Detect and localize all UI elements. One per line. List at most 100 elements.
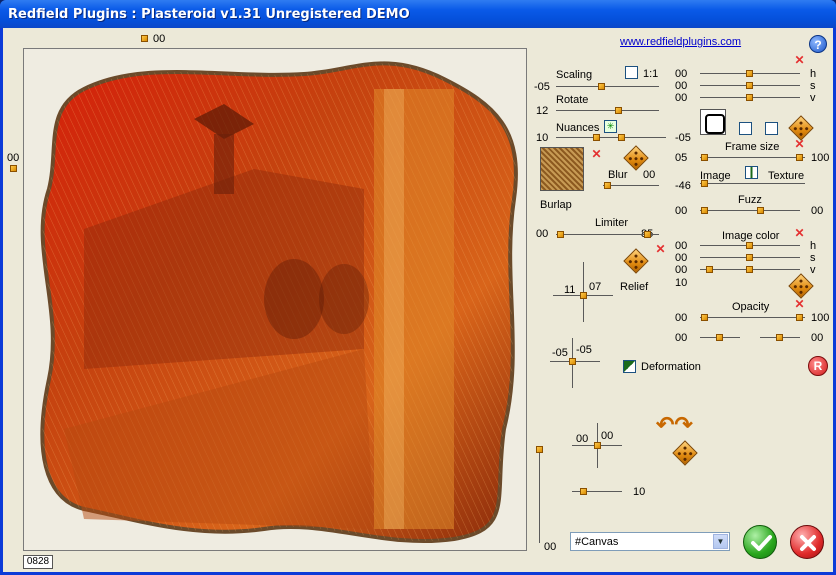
image-color-s-label: s [810, 252, 816, 264]
deformation-checkbox[interactable] [623, 360, 636, 373]
vertical-slider-track[interactable] [539, 448, 540, 543]
hsv1-s-knob[interactable] [746, 82, 753, 89]
frame-shape-icon[interactable] [700, 109, 726, 135]
nuances-knob-left[interactable] [593, 134, 600, 141]
image-texture-toggle[interactable] [745, 166, 758, 179]
blur-knob[interactable] [604, 182, 611, 189]
image-texture-slider[interactable] [700, 183, 805, 184]
image-color-h-value: 00 [675, 240, 688, 252]
opacity-knob-left[interactable] [701, 314, 708, 321]
frame-size-label: Frame size [725, 141, 780, 153]
limiter-knob-right[interactable] [644, 231, 651, 238]
opacity-knob-right[interactable] [796, 314, 803, 321]
fuzz-slider[interactable] [700, 210, 800, 211]
scaling-knob[interactable] [598, 83, 605, 90]
opacity-bottom-right-value: 00 [811, 332, 824, 344]
amount-knob[interactable] [580, 488, 587, 495]
image-color-label: Image color [722, 230, 780, 242]
rotate-knob[interactable] [615, 107, 622, 114]
texture-thumbnail[interactable] [540, 147, 584, 191]
offset-knob[interactable] [594, 442, 601, 449]
fuzz-knob-left[interactable] [701, 207, 708, 214]
frame-size-reset-icon[interactable]: ✕ [794, 138, 805, 150]
frame-size-slider[interactable] [700, 157, 805, 158]
image-color-random-icon[interactable] [788, 273, 814, 299]
close-icon [800, 535, 816, 551]
opacity-bottom-right-knob[interactable] [776, 334, 783, 341]
image-color-s-value: 00 [675, 252, 688, 264]
opacity-value-left: 00 [675, 312, 688, 324]
amount-value: 10 [633, 486, 646, 498]
image-texture-knob[interactable] [701, 180, 708, 187]
fuzz-knob-right[interactable] [757, 207, 764, 214]
nuances-slider[interactable] [556, 137, 666, 138]
texture-random-icon[interactable] [623, 145, 649, 171]
scaling-slider[interactable] [556, 86, 659, 87]
relief-value-x: 11 [564, 284, 576, 296]
image-color-h-knob[interactable] [746, 242, 753, 249]
deformation-label: Deformation [641, 361, 701, 373]
plugin-window: Redfield Plugins : Plasteroid v1.31 Unre… [0, 0, 836, 575]
limiter-random-icon[interactable] [623, 248, 649, 274]
preview-top-knob[interactable] [141, 35, 148, 42]
image-color-v-value: 00 [675, 264, 688, 276]
deformation-knob[interactable] [569, 358, 576, 365]
ok-button[interactable] [743, 525, 777, 559]
layer-select[interactable]: #Canvas ▼ [570, 532, 730, 551]
preview-left-value: 00 [7, 152, 20, 164]
title-bar[interactable]: Redfield Plugins : Plasteroid v1.31 Unre… [0, 0, 836, 28]
swap-arrows-icon[interactable]: ↶↷ [656, 414, 712, 436]
deformation-value-x: -05 [552, 347, 568, 359]
hsv1-v-knob[interactable] [746, 94, 753, 101]
hsv1-reset-icon[interactable]: ✕ [794, 54, 805, 66]
frame-option-1-checkbox[interactable] [739, 122, 752, 135]
nuances-knob-right[interactable] [618, 134, 625, 141]
rotate-label: Rotate [556, 94, 589, 106]
nuances-checkbox[interactable]: ✳ [604, 120, 617, 133]
opacity-slider[interactable] [700, 317, 805, 318]
opacity-reset-icon[interactable]: ✕ [794, 298, 805, 310]
rotate-slider[interactable] [556, 110, 659, 111]
image-color-h-label: h [810, 240, 817, 252]
cancel-button[interactable] [790, 525, 824, 559]
hsv1-h-label: h [810, 68, 817, 80]
image-color-v-knob-left[interactable] [706, 266, 713, 273]
vertical-slider-knob[interactable] [536, 446, 543, 453]
fuzz-label: Fuzz [738, 194, 762, 206]
preview-left-knob[interactable] [10, 165, 17, 172]
blur-value: 00 [643, 169, 656, 181]
help-icon[interactable]: ? [809, 35, 827, 53]
image-color-extra-value: 10 [675, 277, 688, 289]
blur-slider[interactable] [603, 185, 659, 186]
preview-top-value: 00 [153, 33, 166, 45]
opacity-bottom-left-value: 00 [675, 332, 688, 344]
image-color-v-knob-right[interactable] [746, 266, 753, 273]
opacity-bottom-left-knob[interactable] [716, 334, 723, 341]
preview-image [40, 61, 518, 544]
texture-label: Texture [768, 170, 805, 182]
nuances-label: Nuances [556, 122, 600, 134]
website-link[interactable]: www.redfieldplugins.com [620, 36, 741, 48]
texture-name: Burlap [540, 199, 572, 211]
limiter-reset-icon[interactable]: ✕ [655, 243, 666, 255]
preview-canvas[interactable] [23, 48, 527, 551]
relief-knob[interactable] [580, 292, 587, 299]
limiter-value-left: 00 [536, 228, 549, 240]
reset-button[interactable]: R [808, 356, 828, 376]
scaling-value: -05 [534, 81, 550, 93]
chevron-down-icon[interactable]: ▼ [713, 534, 728, 549]
ratio-label: 1:1 [643, 68, 659, 80]
limiter-label: Limiter [595, 217, 629, 229]
ratio-checkbox[interactable] [625, 66, 638, 79]
frame-size-knob-right[interactable] [796, 154, 803, 161]
window-title: Redfield Plugins : Plasteroid v1.31 Unre… [8, 7, 410, 22]
image-color-s-knob[interactable] [746, 254, 753, 261]
image-color-reset-icon[interactable]: ✕ [794, 227, 805, 239]
frame-option-2-checkbox[interactable] [765, 122, 778, 135]
hsv1-h-knob[interactable] [746, 70, 753, 77]
limiter-knob-left[interactable] [557, 231, 564, 238]
frame-size-knob-left[interactable] [701, 154, 708, 161]
master-random-icon[interactable] [672, 440, 698, 466]
nuances-value-right: -05 [675, 132, 691, 144]
texture-reset-icon[interactable]: ✕ [591, 148, 602, 160]
